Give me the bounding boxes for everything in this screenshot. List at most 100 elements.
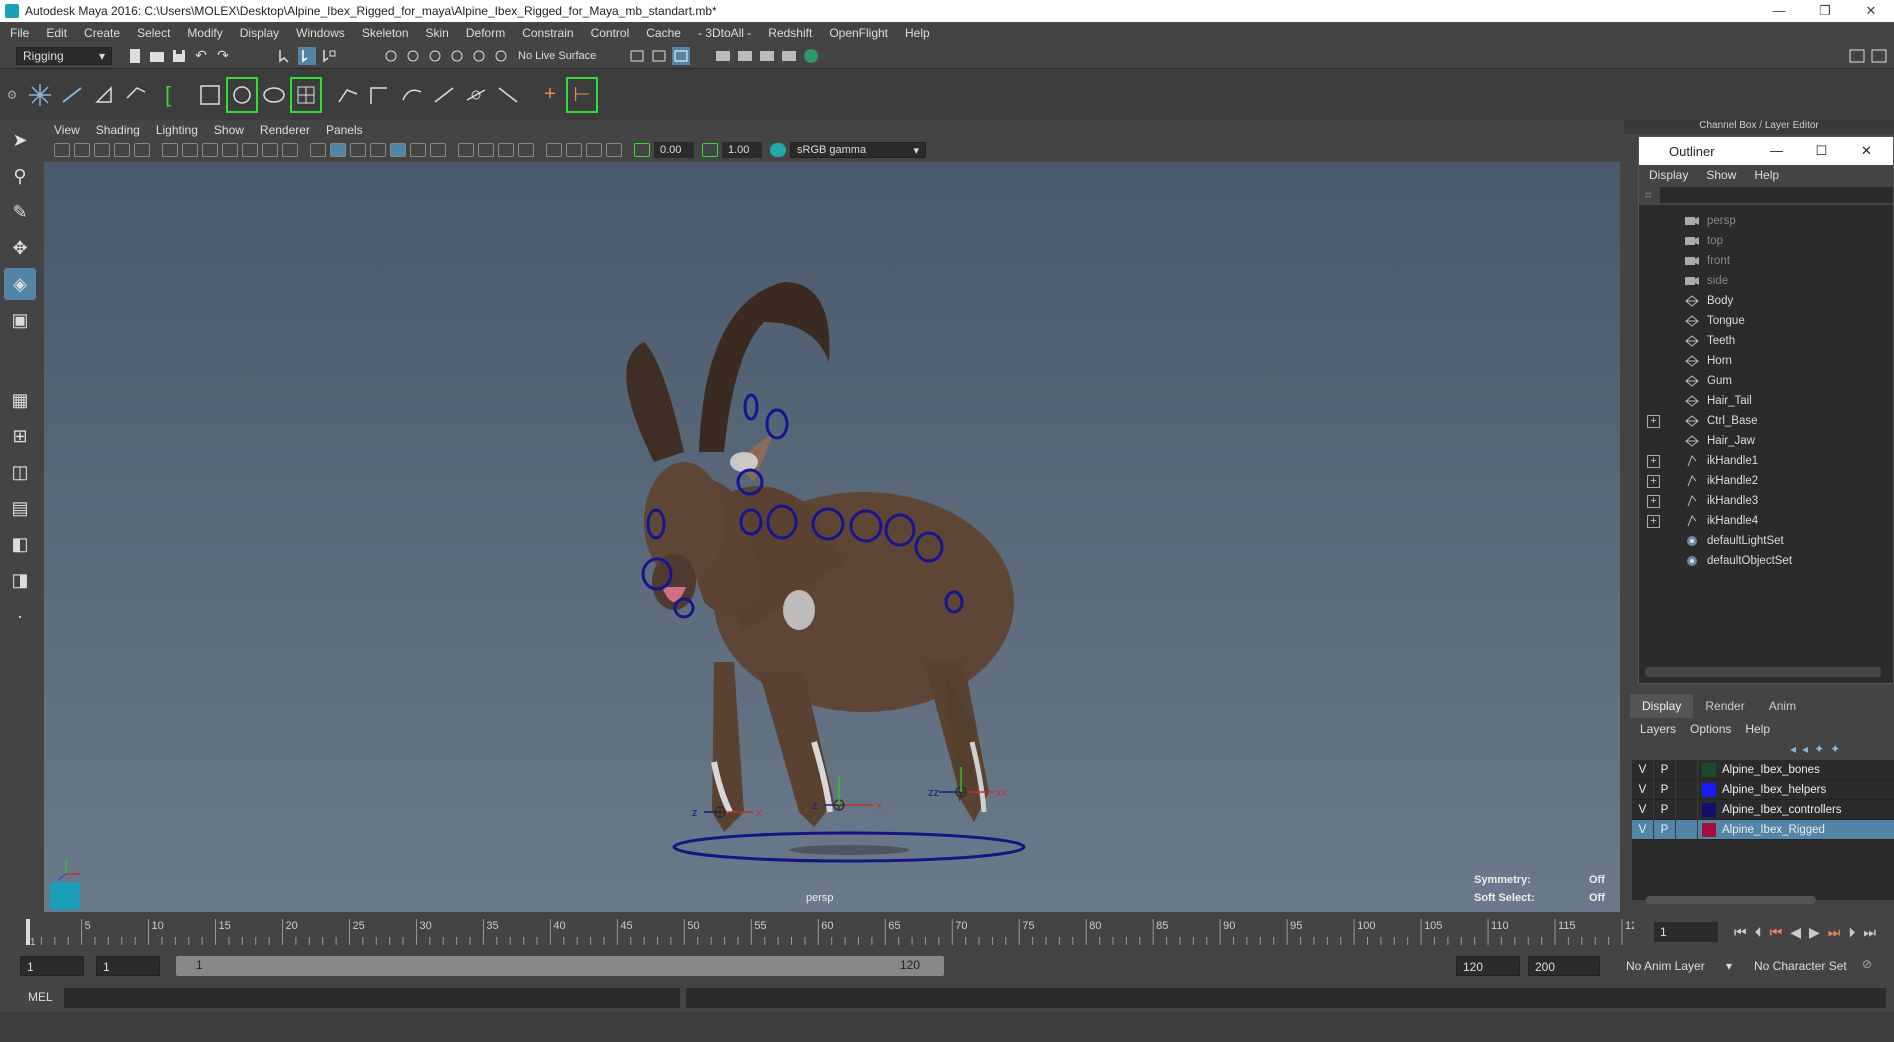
- snap-view-plane-icon[interactable]: [448, 47, 466, 65]
- playback-end-field[interactable]: 120: [1456, 956, 1520, 976]
- depth-of-field-icon[interactable]: [518, 143, 534, 157]
- isolate-select-icon[interactable]: [546, 143, 562, 157]
- shelf-menu-icon[interactable]: ⚙: [0, 70, 24, 120]
- layer-menu-options[interactable]: Options: [1690, 722, 1731, 736]
- smooth-shade-icon[interactable]: [330, 143, 346, 157]
- outliner-item[interactable]: front: [1639, 251, 1893, 271]
- menu-3dtoall[interactable]: - 3DtoAll -: [698, 26, 751, 40]
- toggle-sidebar-icon[interactable]: [1848, 47, 1866, 65]
- construction-history-icon[interactable]: [672, 47, 691, 65]
- outliner-search-input[interactable]: [1659, 187, 1893, 203]
- color-management-icon[interactable]: [770, 143, 786, 157]
- xray-joints-icon[interactable]: [606, 143, 622, 157]
- hypershade-icon[interactable]: [802, 47, 820, 65]
- expand-icon[interactable]: +: [1647, 514, 1660, 528]
- expand-icon[interactable]: +: [1647, 414, 1660, 428]
- menuset-dropdown[interactable]: Rigging ▾: [16, 47, 112, 65]
- point-constraint-icon[interactable]: +: [534, 77, 566, 113]
- wireframe-icon[interactable]: [310, 143, 326, 157]
- more-layouts-icon[interactable]: ·: [4, 600, 36, 632]
- outliner-item[interactable]: Hair_Jaw: [1639, 431, 1893, 451]
- snap-live-icon[interactable]: [470, 47, 488, 65]
- go-to-end-icon[interactable]: ⏭: [1863, 924, 1876, 941]
- layer-visibility-toggle[interactable]: V: [1632, 759, 1654, 780]
- output-ops-icon[interactable]: [650, 47, 668, 65]
- step-back-frame-icon[interactable]: ⏴: [1755, 924, 1762, 941]
- layer-visibility-toggle[interactable]: V: [1632, 779, 1654, 800]
- outliner-item[interactable]: Teeth: [1639, 331, 1893, 351]
- tab-render[interactable]: Render: [1693, 694, 1756, 718]
- move-layer-down-icon[interactable]: ◂: [1802, 742, 1808, 756]
- persp-hypershade-layout-icon[interactable]: ◧: [4, 528, 36, 560]
- tab-anim[interactable]: Anim: [1757, 694, 1808, 718]
- lasso-tool-icon[interactable]: ⚲: [4, 160, 36, 192]
- layer-playback-toggle[interactable]: P: [1654, 779, 1676, 800]
- tab-display[interactable]: Display: [1630, 694, 1694, 718]
- menu-constrain[interactable]: Constrain: [522, 26, 573, 40]
- outliner-persp-layout-icon[interactable]: ◨: [4, 564, 36, 596]
- outliner-item[interactable]: Tongue: [1639, 311, 1893, 331]
- ik-handle-icon[interactable]: [332, 77, 364, 113]
- layer-display-type-toggle[interactable]: [1676, 759, 1698, 780]
- mirror-joint-icon[interactable]: [88, 77, 120, 113]
- snap-point-icon[interactable]: [426, 47, 444, 65]
- command-input[interactable]: [64, 988, 680, 1008]
- textured-icon[interactable]: [390, 143, 406, 157]
- menu-edit[interactable]: Edit: [46, 26, 67, 40]
- menu-windows[interactable]: Windows: [296, 26, 345, 40]
- outliner-menu-help[interactable]: Help: [1754, 168, 1779, 182]
- menu-openflight[interactable]: OpenFlight: [829, 26, 888, 40]
- maya-home-icon[interactable]: [50, 882, 80, 910]
- new-scene-icon[interactable]: [126, 47, 144, 65]
- image-plane-icon[interactable]: [94, 143, 110, 157]
- layer-visibility-toggle[interactable]: V: [1632, 819, 1654, 840]
- sculpt-deformer-icon[interactable]: [492, 77, 524, 113]
- input-ops-icon[interactable]: [628, 47, 646, 65]
- menu-select[interactable]: Select: [137, 26, 170, 40]
- close-button[interactable]: ✕: [1848, 0, 1894, 22]
- outliner-menu-show[interactable]: Show: [1706, 168, 1736, 182]
- move-tool-icon[interactable]: ✥: [4, 232, 36, 264]
- layer-display-type-toggle[interactable]: [1676, 819, 1698, 840]
- character-set-dropdown[interactable]: No Character Set: [1748, 957, 1868, 975]
- menu-redshift[interactable]: Redshift: [768, 26, 812, 40]
- move-layer-up-icon[interactable]: ◂: [1790, 742, 1796, 756]
- layer-playback-toggle[interactable]: P: [1654, 759, 1676, 780]
- layer-color-swatch[interactable]: [1702, 762, 1716, 777]
- cluster-icon[interactable]: [396, 77, 428, 113]
- grease-pencil-icon[interactable]: [134, 143, 150, 157]
- xray-active-components-icon[interactable]: [586, 143, 602, 157]
- wireframe-on-shaded-icon[interactable]: [370, 143, 386, 157]
- outliner-item[interactable]: + ikHandle3: [1639, 491, 1893, 511]
- layer-row[interactable]: V P Alpine_Ibex_bones: [1632, 759, 1894, 780]
- multisample-aa-icon[interactable]: [498, 143, 514, 157]
- step-back-key-icon[interactable]: ⏮: [1770, 924, 1783, 941]
- menu-file[interactable]: File: [10, 26, 29, 40]
- expand-icon[interactable]: +: [1647, 494, 1660, 508]
- layer-display-type-toggle[interactable]: [1676, 779, 1698, 800]
- save-scene-icon[interactable]: [170, 47, 188, 65]
- step-forward-key-icon[interactable]: ⏭: [1828, 924, 1841, 941]
- layer-color-swatch[interactable]: [1702, 802, 1716, 817]
- remove-joint-icon[interactable]: [: [152, 77, 184, 113]
- motion-blur-icon[interactable]: [478, 143, 494, 157]
- insert-joint-icon[interactable]: [56, 77, 88, 113]
- new-empty-layer-icon[interactable]: ✦: [1814, 742, 1824, 756]
- menu-display[interactable]: Display: [240, 26, 279, 40]
- menu-skeleton[interactable]: Skeleton: [362, 26, 409, 40]
- outliner-item[interactable]: + ikHandle4: [1639, 511, 1893, 531]
- menu-control[interactable]: Control: [591, 26, 630, 40]
- outliner-item[interactable]: Horn: [1639, 351, 1893, 371]
- live-surface-label[interactable]: No Live Surface: [518, 50, 596, 62]
- outliner-item[interactable]: + ikHandle2: [1639, 471, 1893, 491]
- go-to-start-icon[interactable]: ⏮: [1734, 924, 1747, 941]
- layer-row[interactable]: V P Alpine_Ibex_controllers: [1632, 799, 1894, 820]
- persp-outliner-layout-icon[interactable]: ◫: [4, 456, 36, 488]
- outliner-item[interactable]: + ikHandle1: [1639, 451, 1893, 471]
- panel-menu-renderer[interactable]: Renderer: [260, 123, 310, 137]
- menu-skin[interactable]: Skin: [426, 26, 449, 40]
- panel-menu-view[interactable]: View: [54, 123, 80, 137]
- animation-start-field[interactable]: 1: [20, 956, 84, 976]
- current-frame-field[interactable]: 1: [1654, 922, 1718, 942]
- layer-row[interactable]: V P Alpine_Ibex_Rigged: [1632, 819, 1894, 840]
